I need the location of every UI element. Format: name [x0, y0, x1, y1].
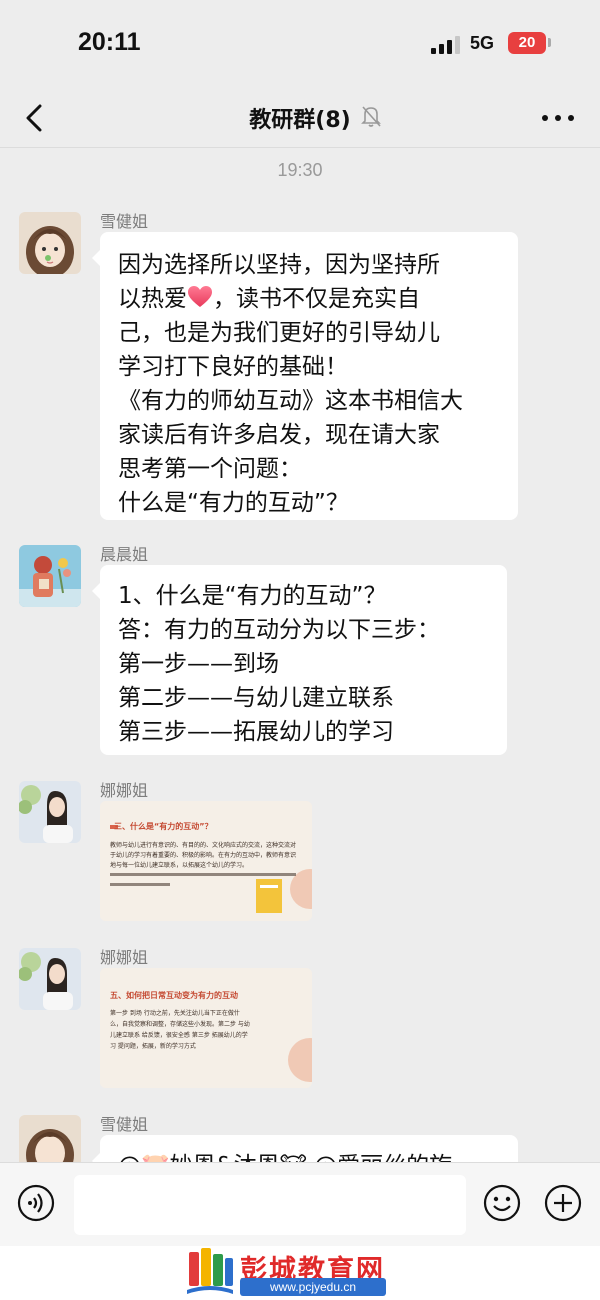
sender-name: 娜娜姐 [100, 781, 149, 800]
image-heading: 三、什么是“有力的互动”？ [114, 822, 213, 831]
message-text: 以热爱 [118, 286, 187, 312]
message-bubble[interactable]: @🐷妙恩&沐恩🐮 @爱丽丝的旋 [92, 1135, 518, 1162]
nav-bar: 教研群(8) [0, 88, 600, 148]
image-body: 第一步 到场 行动之前，先关注幼儿当下正在做什么，自我觉察和调整，存储这些小发现… [110, 1010, 250, 1050]
battery-tip [548, 38, 551, 47]
sender-name: 雪健姐 [100, 212, 149, 231]
chat-title: 教研群(8) [0, 102, 600, 134]
message-line: 什么是“有力的互动”？ [118, 490, 349, 516]
message-line: 1、什么是“有力的互动”？ [118, 583, 387, 609]
image-heading: 五、如何把日常互动变为有力的互动 [110, 991, 238, 1000]
site-logo-icon [187, 1248, 233, 1294]
emoji-button[interactable] [482, 1183, 522, 1223]
message-line: 思考第一个问题： [118, 456, 302, 482]
message-text: ，读书不仅是充实自 [213, 286, 420, 312]
status-bar: 20:11 5G 20 [0, 0, 600, 88]
watermark: 彭城教育网 www.pcjyedu.cn [0, 1246, 600, 1300]
plus-icon [544, 1184, 582, 1222]
chat-timestamp: 19:30 [277, 160, 323, 180]
voice-button[interactable] [16, 1183, 56, 1223]
ellipsis-icon [542, 115, 548, 121]
avatar[interactable] [19, 545, 81, 607]
image-message[interactable]: 五、如何把日常互动变为有力的互动 第一步 到场 行动之前，先关注幼儿当下正在做什… [100, 968, 312, 1088]
message-line: 第二步——与幼儿建立联系 [118, 685, 394, 711]
battery-icon: 20 [508, 32, 546, 54]
input-bar [0, 1162, 600, 1246]
message-line: 己，也是为我们更好的引导幼儿 [118, 320, 440, 346]
message-line: 《有力的师幼互动》这本书相信大 [118, 388, 463, 414]
message-item: 娜娜姐 三、什么是“有力的互动”？ 教师与幼儿进行有意识的、有目的的、文化响应式… [0, 781, 600, 923]
message-line: 因为选择所以坚持，因为坚持所 [118, 252, 440, 278]
status-time: 20:11 [78, 28, 141, 56]
emoji-icon [483, 1184, 521, 1222]
battery-level: 20 [518, 34, 536, 51]
signal-icon [431, 36, 461, 54]
sender-name: 娜娜姐 [100, 948, 149, 967]
message-line: @🐷妙恩&沐恩🐮 @爱丽丝的旋 [118, 1149, 500, 1162]
more-actions-button[interactable] [543, 1183, 583, 1223]
message-item: 晨晨姐 1、什么是“有力的互动”？ 答：有力的互动分为以下三步： 第一步——到场… [0, 545, 600, 757]
avatar[interactable] [19, 1115, 81, 1162]
sender-name: 晨晨姐 [100, 545, 149, 564]
bell-muted-icon [361, 106, 381, 127]
message-input[interactable] [74, 1175, 466, 1235]
message-line: 学习打下良好的基础！ [118, 354, 348, 380]
message-bubble[interactable]: 因为选择所以坚持，因为坚持所 以热爱 ，读书不仅是充实自 己，也是为我们更好的引导… [92, 232, 518, 520]
chat-title-text: 教研群(8) [249, 108, 351, 133]
watermark-url[interactable]: www.pcjyedu.cn [240, 1278, 386, 1296]
message-line: 答：有力的互动分为以下三步： [118, 617, 440, 643]
message-item: 娜娜姐 五、如何把日常互动变为有力的互动 第一步 到场 行动之前，先关注幼儿当下… [0, 948, 600, 1090]
message-line: 第一步——到场 [118, 651, 279, 677]
message-line: 家读后有许多启发，现在请大家 [118, 422, 440, 448]
image-body: 教师与幼儿进行有意识的、有目的的、文化响应式的交流，这种交流对于幼儿的学习有着重… [110, 841, 296, 871]
more-button[interactable] [538, 110, 578, 126]
avatar[interactable] [19, 948, 81, 1010]
avatar[interactable] [19, 212, 81, 274]
heart-emoji-icon [188, 286, 212, 307]
network-type: 5G [470, 33, 495, 53]
avatar[interactable] [19, 781, 81, 843]
image-message[interactable]: 三、什么是“有力的互动”？ 教师与幼儿进行有意识的、有目的的、文化响应式的交流，… [100, 801, 312, 921]
message-line: 第三步——拓展幼儿的学习 [118, 719, 394, 745]
message-item: 雪健姐 因为选择所以坚持，因为坚持所 以热爱 ，读书不仅是充实自 己，也是为我们更… [0, 212, 600, 522]
message-item: 雪健姐 @🐷妙恩&沐恩🐮 @爱丽丝的旋 [0, 1115, 600, 1162]
voice-icon [17, 1184, 55, 1222]
message-line: 以热爱 ，读书不仅是充实自 [118, 282, 500, 316]
message-bubble[interactable]: 1、什么是“有力的互动”？ 答：有力的互动分为以下三步： 第一步——到场 第二步… [92, 565, 507, 755]
sender-name: 雪健姐 [100, 1115, 149, 1134]
